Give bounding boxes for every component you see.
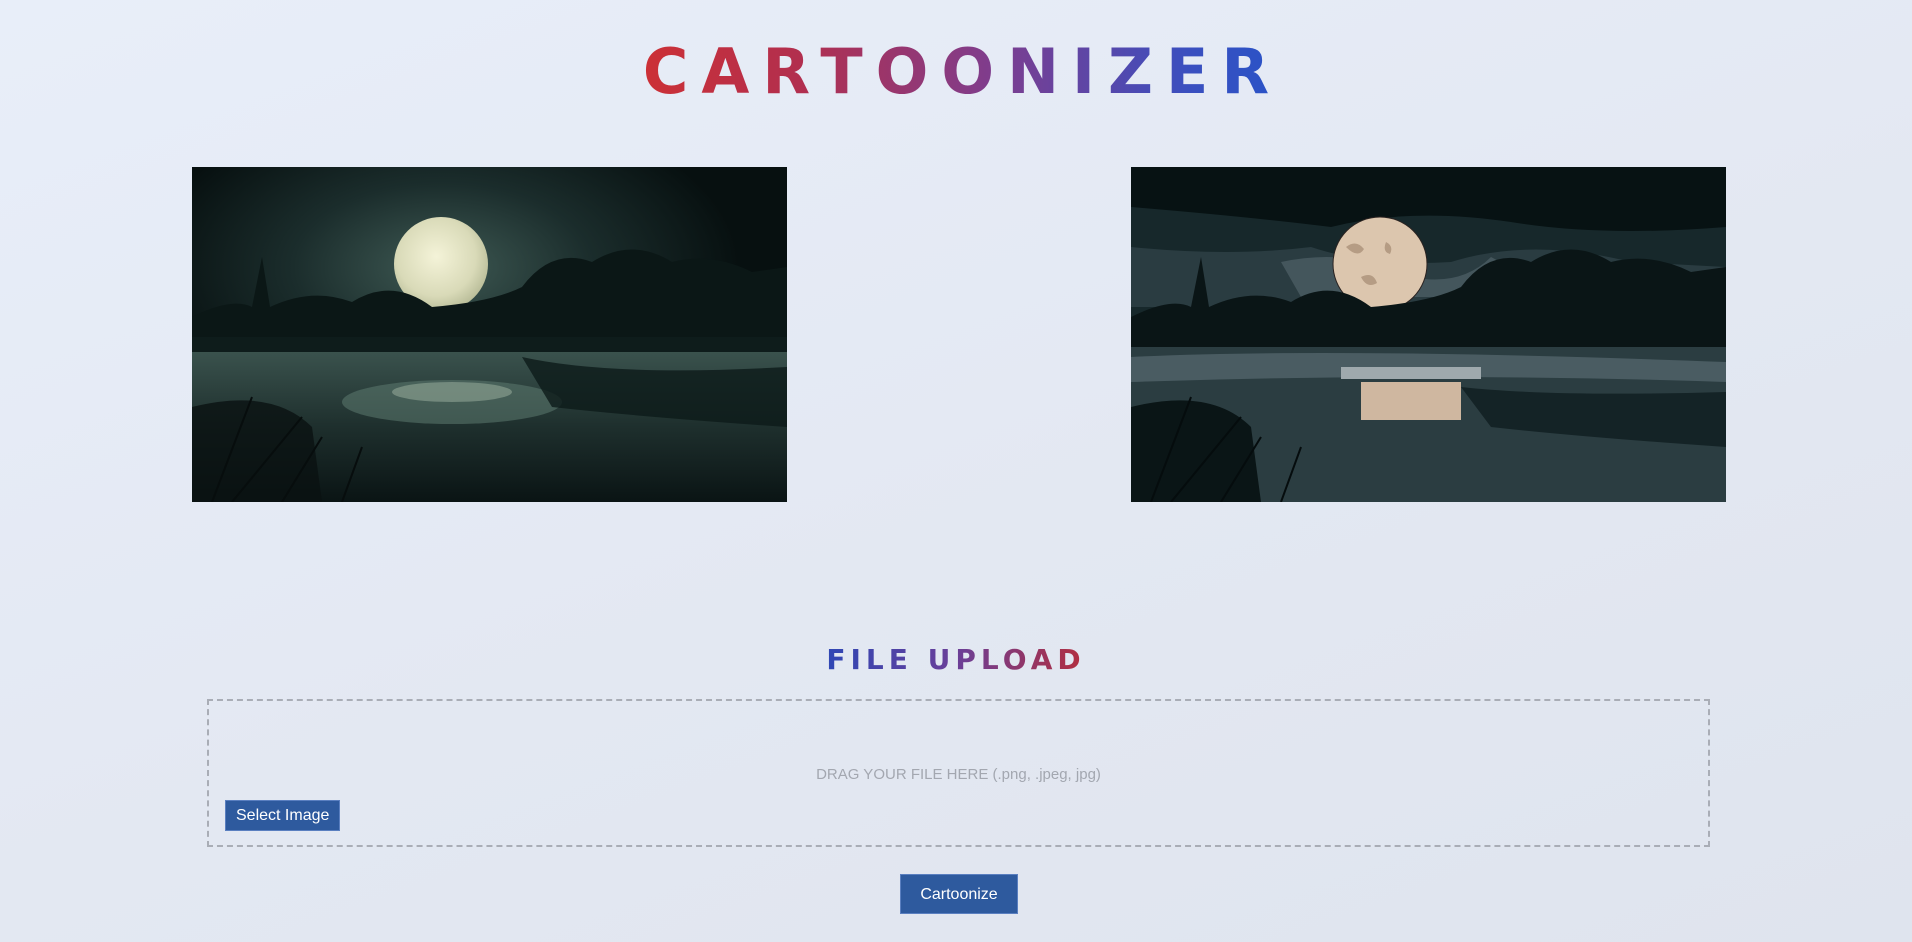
file-dropzone[interactable]: DRAG YOUR FILE HERE (.png, .jpeg, jpg) S…	[207, 699, 1710, 847]
cartoonized-image	[1131, 167, 1726, 502]
app-title: CARTOONIZER	[0, 38, 1912, 106]
select-image-button[interactable]: Select Image	[225, 800, 341, 831]
cartoonize-button[interactable]: Cartoonize	[900, 874, 1018, 914]
original-image	[192, 167, 787, 502]
drop-hint: DRAG YOUR FILE HERE (.png, .jpeg, jpg)	[816, 766, 1101, 783]
upload-heading: FILE UPLOAD	[826, 643, 1086, 676]
